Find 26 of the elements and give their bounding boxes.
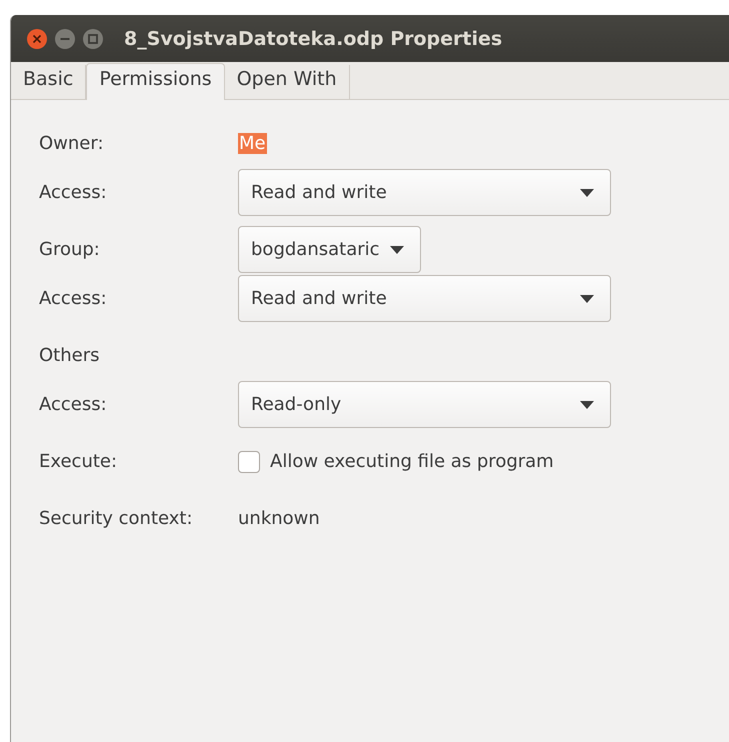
maximize-icon[interactable] (82, 28, 104, 50)
section-heading: Others (39, 345, 100, 366)
caret-icon (580, 294, 594, 302)
value-text: unknown (238, 508, 320, 529)
close-icon[interactable] (26, 28, 48, 50)
field-label: Group: (39, 239, 101, 260)
field-label: Access: (39, 394, 108, 415)
caret-icon (580, 188, 594, 196)
checkbox[interactable] (238, 450, 260, 472)
group-dropdown[interactable]: bogdansataric (238, 226, 421, 273)
field-label: Access: (39, 288, 108, 309)
field-label: Access: (39, 182, 108, 203)
access-dropdown[interactable]: Read-only (238, 381, 611, 428)
field-label: Owner: (39, 133, 105, 154)
caret-icon (390, 246, 404, 254)
window-title: 8_SvojstvaDatoteka.odp Properties (124, 28, 502, 50)
access-dropdown[interactable]: Read and write (238, 169, 611, 216)
minimize-icon[interactable] (54, 28, 76, 50)
checkbox-label[interactable]: Allow executing file as program (270, 451, 554, 472)
value-text: Me (238, 133, 267, 154)
tab[interactable]: Permissions (86, 63, 225, 100)
caret-icon (580, 400, 594, 408)
field-label: Security context: (39, 508, 194, 529)
field-label: Execute: (39, 451, 118, 472)
tab[interactable]: Open With (224, 65, 350, 99)
access-dropdown[interactable]: Read and write (238, 275, 611, 322)
